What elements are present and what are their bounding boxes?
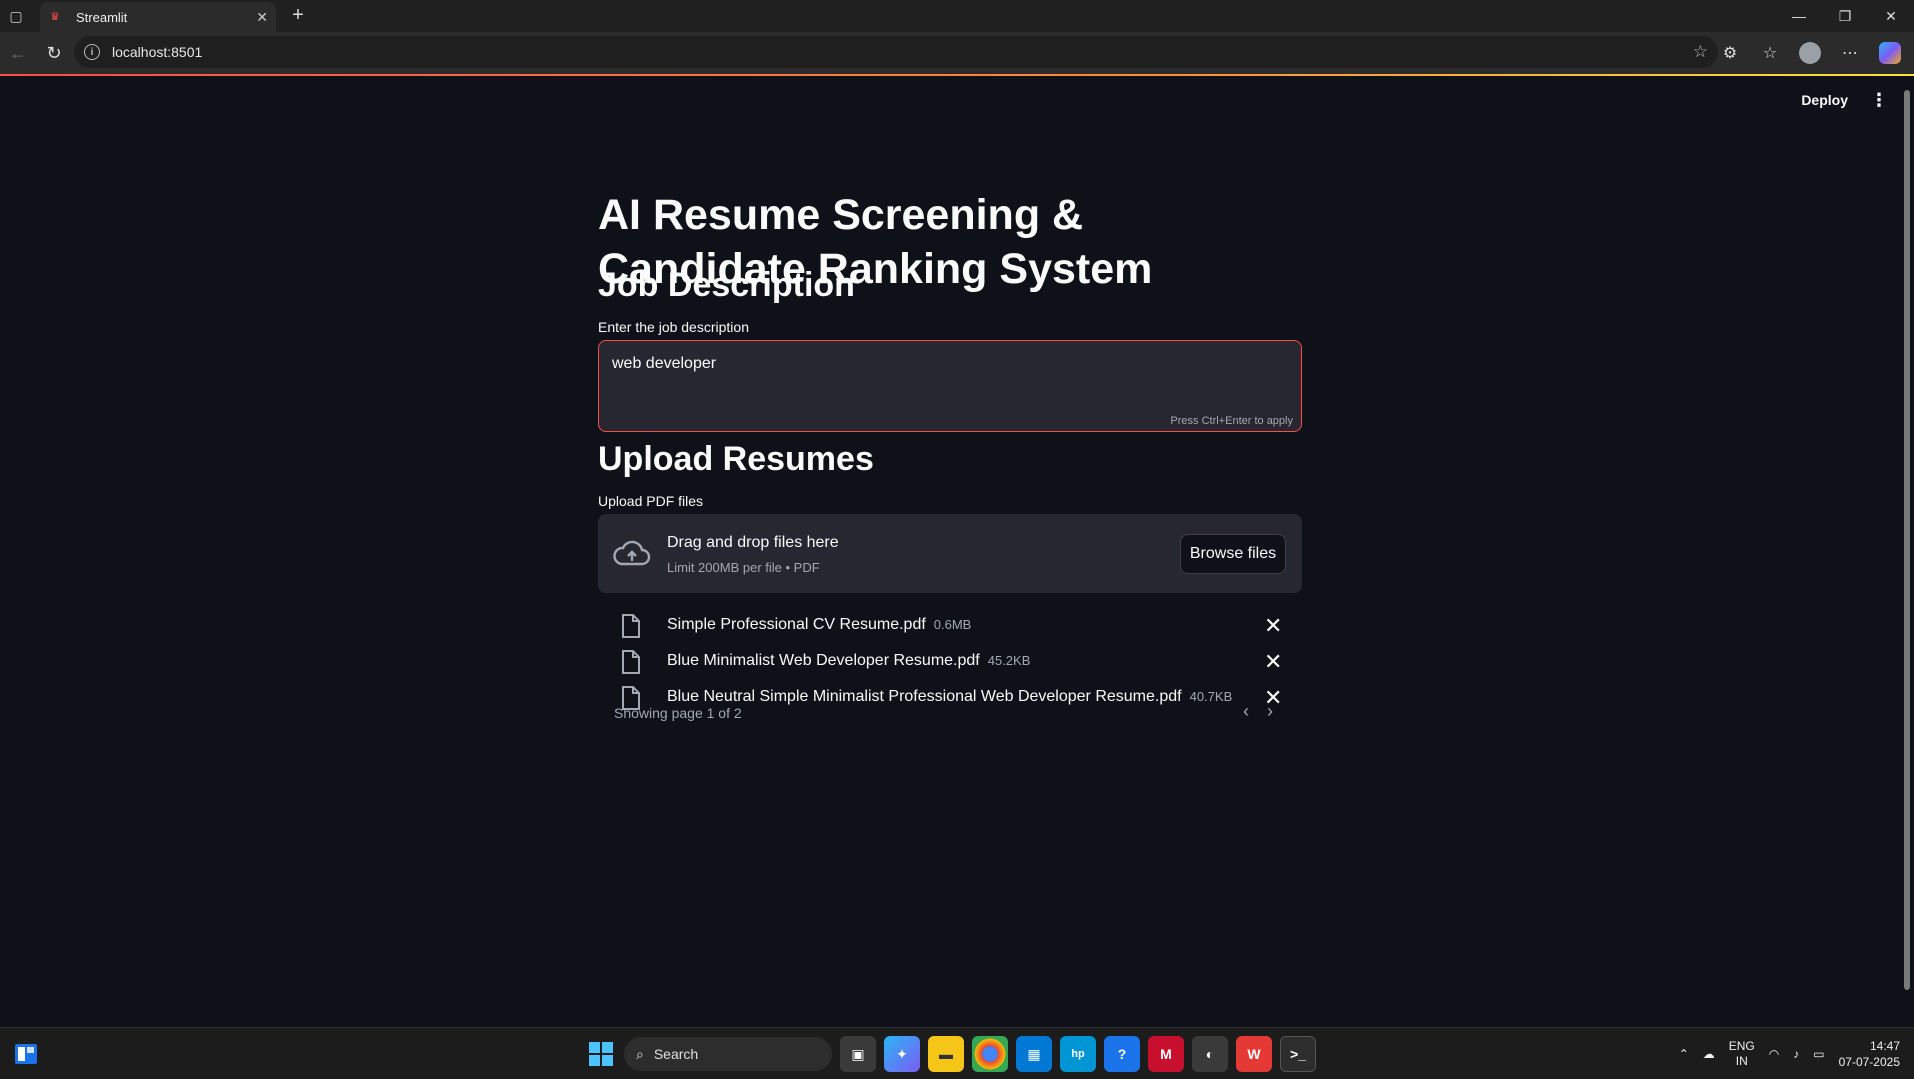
restore-icon[interactable]: ❐: [1822, 0, 1868, 32]
browser-toolbar-icons: ⚙ ☆ ⋯: [1712, 35, 1908, 71]
search-icon: ⌕: [636, 1045, 644, 1062]
browser-tab[interactable]: ♛ Streamlit ✕: [40, 2, 276, 32]
favorite-star-icon[interactable]: ☆: [1693, 42, 1708, 62]
address-toolbar: ← ↻ i localhost:8501 ☆ ⚙ ☆ ⋯: [0, 32, 1914, 74]
pagination-text: Showing page 1 of 2: [614, 705, 742, 721]
system-tray: ⌃ ☁ ENG IN ◠ ♪ ▭ 14:47 07-07-2025: [1679, 1034, 1900, 1074]
extensions-icon[interactable]: ⚙: [1712, 35, 1748, 71]
clock-time: 14:47: [1869, 1039, 1900, 1053]
widgets-icon[interactable]: [14, 1042, 38, 1066]
upload-label: Upload PDF files: [598, 493, 704, 509]
favorites-icon[interactable]: ☆: [1752, 35, 1788, 71]
windows-taskbar: ⌕ Search ▣ ✦ ▬ ▦ hp ? M ◐ W >_ ⌃ ☁ ENG I…: [0, 1027, 1914, 1079]
file-name: Blue Neutral Simple Minimalist Professio…: [667, 688, 1182, 705]
file-name: Blue Minimalist Web Developer Resume.pdf: [667, 652, 980, 669]
cloud-upload-icon: [613, 540, 651, 566]
terminal-icon[interactable]: >_: [1280, 1036, 1316, 1072]
wifi-icon[interactable]: ◠: [1769, 1047, 1779, 1061]
file-dropzone[interactable]: Drag and drop files here Limit 200MB per…: [598, 514, 1302, 593]
back-icon[interactable]: ←: [0, 35, 36, 71]
job-description-value: web developer: [612, 355, 717, 372]
uploaded-file-row: Blue Minimalist Web Developer Resume.pdf…: [598, 645, 1302, 681]
more-options-icon[interactable]: ⋯: [1832, 35, 1868, 71]
tab-title: Streamlit: [76, 9, 128, 25]
copilot-icon[interactable]: [1872, 35, 1908, 71]
browser-titlebar: ▢ ♛ Streamlit ✕ + — ❐ ✕: [0, 0, 1914, 32]
remove-file-icon[interactable]: ✕: [1264, 613, 1282, 639]
taskbar-apps: ⌕ Search ▣ ✦ ▬ ▦ hp ? M ◐ W >_: [586, 1034, 1316, 1074]
tab-close-icon[interactable]: ✕: [256, 9, 268, 26]
mcafee-icon[interactable]: M: [1148, 1036, 1184, 1072]
language-indicator[interactable]: ENG IN: [1729, 1039, 1755, 1069]
taskbar-search-placeholder: Search: [653, 1046, 699, 1062]
clock[interactable]: 14:47 07-07-2025: [1839, 1038, 1900, 1070]
main-menu-icon[interactable]: ⋮: [1870, 90, 1888, 111]
new-tab-button[interactable]: +: [286, 4, 310, 28]
show-hidden-icons-icon[interactable]: ⌃: [1679, 1047, 1689, 1061]
tab-actions-icon[interactable]: ▢: [2, 0, 30, 32]
file-name: Simple Professional CV Resume.pdf: [667, 616, 926, 633]
battery-icon[interactable]: ▭: [1813, 1047, 1824, 1061]
file-name-text: Blue Neutral Simple Minimalist Professio…: [667, 688, 1232, 706]
onedrive-icon[interactable]: ☁: [1703, 1047, 1715, 1061]
windows-start-icon[interactable]: [586, 1039, 616, 1069]
uploaded-file-row: Simple Professional CV Resume.pdf 0.6MB ✕: [598, 609, 1302, 645]
volume-icon[interactable]: ♪: [1793, 1047, 1799, 1061]
minimize-icon[interactable]: —: [1776, 0, 1822, 32]
job-description-textarea[interactable]: web developer Press Ctrl+Enter to apply: [598, 340, 1302, 432]
page-scrollbar[interactable]: [1904, 84, 1910, 990]
language-code: ENG: [1728, 1039, 1755, 1053]
file-icon: [622, 614, 640, 638]
close-window-icon[interactable]: ✕: [1868, 0, 1914, 32]
url-text: localhost:8501: [112, 44, 203, 60]
file-size: 40.7KB: [1189, 689, 1233, 704]
file-name-text: Blue Minimalist Web Developer Resume.pdf…: [667, 652, 1030, 670]
file-icon: [622, 650, 640, 674]
clock-date: 07-07-2025: [1838, 1055, 1900, 1069]
streamlit-favicon-icon: ♛: [50, 11, 60, 23]
job-description-label: Enter the job description: [598, 319, 749, 335]
profile-icon[interactable]: [1792, 35, 1828, 71]
edge-icon[interactable]: ◐: [1192, 1036, 1228, 1072]
file-explorer-icon[interactable]: ▬: [928, 1036, 964, 1072]
taskbar-search[interactable]: ⌕ Search: [624, 1037, 832, 1071]
url-field[interactable]: i localhost:8501 ☆: [74, 36, 1718, 68]
file-name-text: Simple Professional CV Resume.pdf 0.6MB: [667, 616, 971, 634]
next-page-icon[interactable]: ›: [1267, 701, 1273, 722]
remove-file-icon[interactable]: ✕: [1264, 649, 1282, 675]
copilot-app-icon[interactable]: ✦: [884, 1036, 920, 1072]
wps-office-icon[interactable]: W: [1236, 1036, 1272, 1072]
site-info-icon[interactable]: i: [84, 44, 100, 60]
file-size: 0.6MB: [933, 617, 972, 632]
upload-resumes-heading: Upload Resumes: [598, 440, 874, 478]
file-size: 45.2KB: [987, 653, 1031, 668]
refresh-icon[interactable]: ↻: [36, 35, 72, 71]
textarea-hint: Press Ctrl+Enter to apply: [1170, 415, 1293, 427]
microsoft-store-icon[interactable]: ▦: [1016, 1036, 1052, 1072]
deploy-button[interactable]: Deploy: [1801, 92, 1848, 108]
job-description-heading: Job Description: [598, 266, 855, 304]
task-view-icon[interactable]: ▣: [840, 1036, 876, 1072]
scrollbar-thumb[interactable]: [1904, 90, 1910, 990]
get-help-icon[interactable]: ?: [1104, 1036, 1140, 1072]
previous-page-icon[interactable]: ‹: [1243, 701, 1249, 722]
myhp-icon[interactable]: hp: [1060, 1036, 1096, 1072]
chrome-icon[interactable]: [972, 1036, 1008, 1072]
window-controls: — ❐ ✕: [1776, 0, 1914, 32]
region-code: IN: [1735, 1054, 1748, 1068]
dropzone-title: Drag and drop files here: [667, 534, 839, 551]
browse-files-button[interactable]: Browse files: [1180, 534, 1286, 574]
streamlit-app: Deploy ⋮ AI Resume Screening & Candidate…: [0, 76, 1914, 1027]
dropzone-subtitle: Limit 200MB per file • PDF: [667, 560, 820, 575]
